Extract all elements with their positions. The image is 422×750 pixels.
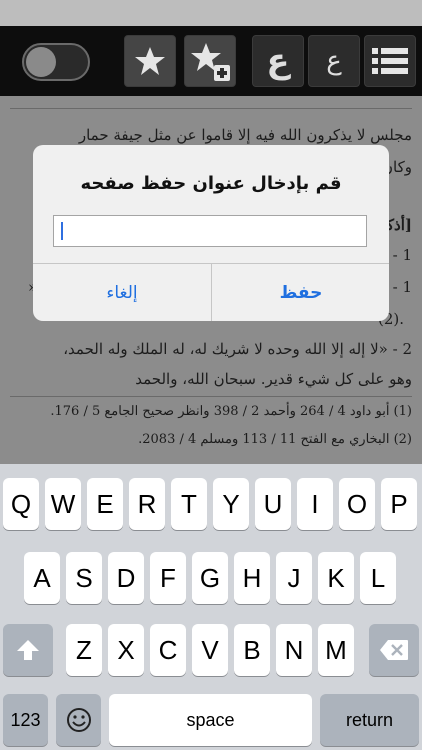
key-w[interactable]: W: [45, 478, 81, 530]
backspace-icon: [380, 640, 408, 660]
key-b[interactable]: B: [234, 624, 270, 676]
numbers-key[interactable]: 123: [3, 694, 48, 746]
key-s[interactable]: S: [66, 552, 102, 604]
toolbar: ع ع: [0, 26, 422, 96]
space-key[interactable]: space: [109, 694, 312, 746]
footnote: (1) أبو داود 4 / 264 وأحمد 2 / 398 وانظر…: [50, 404, 412, 419]
footnote: (2) البخاري مع الفتح 11 / 113 ومسلم 4 / …: [138, 432, 412, 447]
key-f[interactable]: F: [150, 552, 186, 604]
key-v[interactable]: V: [192, 624, 228, 676]
font-larger-button[interactable]: ع: [252, 35, 304, 87]
key-p[interactable]: P: [381, 478, 417, 530]
night-mode-toggle[interactable]: [22, 43, 90, 81]
shift-arrow-icon: [17, 640, 39, 660]
key-z[interactable]: Z: [66, 624, 102, 676]
key-g[interactable]: G: [192, 552, 228, 604]
list-icon: [372, 48, 408, 74]
key-h[interactable]: H: [234, 552, 270, 604]
star-plus-icon: [191, 43, 230, 81]
key-q[interactable]: Q: [3, 478, 39, 530]
dialog-title: قم بإدخال عنوان حفظ صفحه: [80, 173, 342, 194]
font-smaller-button[interactable]: ع: [308, 35, 360, 87]
key-c[interactable]: C: [150, 624, 186, 676]
key-y[interactable]: Y: [213, 478, 249, 530]
key-i[interactable]: I: [297, 478, 333, 530]
key-l[interactable]: L: [360, 552, 396, 604]
key-r[interactable]: R: [129, 478, 165, 530]
emoji-key[interactable]: [56, 694, 101, 746]
text-line: 2 - «لا إله إلا الله وحده لا شريك له، له…: [63, 340, 412, 358]
key-d[interactable]: D: [108, 552, 144, 604]
text-line: وهو على كل شيء قدير. سبحان الله، والحمد: [135, 370, 412, 388]
backspace-key[interactable]: [369, 624, 419, 676]
key-u[interactable]: U: [255, 478, 291, 530]
emoji-icon: [66, 708, 91, 732]
key-t[interactable]: T: [171, 478, 207, 530]
save-button[interactable]: حفظ: [212, 264, 389, 321]
keyboard: Q W E R T Y U I O P A S D F G H J K L Z …: [0, 464, 422, 750]
text-caret: [61, 222, 63, 240]
list-menu-button[interactable]: [364, 35, 416, 87]
add-bookmark-button[interactable]: [184, 35, 236, 87]
page-title-input[interactable]: [53, 215, 367, 247]
key-e[interactable]: E: [87, 478, 123, 530]
cancel-button[interactable]: إلغاء: [33, 264, 211, 321]
text-line: 1 -: [392, 278, 412, 296]
key-m[interactable]: M: [318, 624, 354, 676]
bookmarks-button[interactable]: [124, 35, 176, 87]
key-j[interactable]: J: [276, 552, 312, 604]
key-n[interactable]: N: [276, 624, 312, 676]
top-divider: [10, 108, 412, 109]
star-icon: [135, 47, 165, 75]
toggle-knob: [26, 47, 56, 77]
footnote-divider: [10, 396, 412, 397]
return-key[interactable]: return: [320, 694, 419, 746]
key-x[interactable]: X: [108, 624, 144, 676]
text-line: مجلس لا يذكرون الله فيه إلا قاموا عن مثل…: [78, 126, 412, 144]
key-o[interactable]: O: [339, 478, 375, 530]
key-a[interactable]: A: [24, 552, 60, 604]
status-bar: [0, 0, 422, 26]
text-line: 1 -: [392, 246, 412, 264]
shift-key[interactable]: [3, 624, 53, 676]
key-k[interactable]: K: [318, 552, 354, 604]
save-title-dialog: قم بإدخال عنوان حفظ صفحه إلغاء حفظ: [33, 145, 389, 321]
